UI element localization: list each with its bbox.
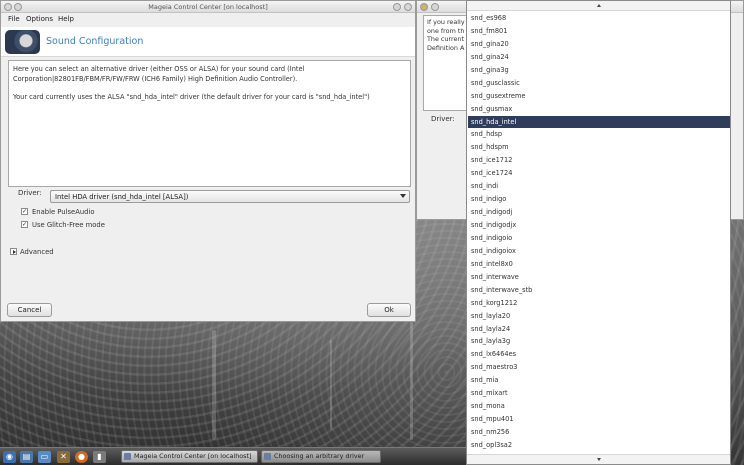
description-paragraph: Your card currently uses the ALSA "snd_h…: [13, 93, 370, 101]
driver-option[interactable]: snd_gina20: [468, 38, 730, 51]
window-menu-icon[interactable]: [420, 3, 428, 11]
driver-option[interactable]: snd_lx6464es: [468, 348, 730, 361]
checkmark-icon[interactable]: ✓: [21, 221, 28, 228]
description-paragraph: Here you can select an alternative drive…: [13, 65, 305, 83]
driver-option[interactable]: snd_indigoio: [468, 232, 730, 245]
driver-option[interactable]: snd_mixart: [468, 387, 730, 400]
menu-help[interactable]: Help: [58, 15, 74, 23]
desktop-icon[interactable]: ▭: [38, 451, 51, 463]
driver-option[interactable]: snd_indigoiox: [468, 245, 730, 258]
tools-icon[interactable]: ✕: [57, 451, 70, 463]
driver-option[interactable]: snd_indi: [468, 180, 730, 193]
water-streak: [212, 330, 216, 440]
terminal-icon[interactable]: ▮: [93, 451, 106, 463]
sound-card-icon: [5, 30, 40, 54]
page-title: Sound Configuration: [46, 36, 144, 47]
driver-option[interactable]: snd_gusmax: [468, 103, 730, 116]
driver-option[interactable]: snd_maestro3: [468, 361, 730, 374]
description-text: Here you can select an alternative drive…: [8, 60, 411, 187]
chevron-down-icon: [400, 194, 406, 198]
driver-option[interactable]: snd_hda_intel: [468, 115, 730, 129]
expander-box[interactable]: [10, 248, 17, 255]
expander-label: Advanced: [20, 248, 54, 256]
driver-option[interactable]: snd_gina3g: [468, 64, 730, 77]
driver-option[interactable]: snd_nm256: [468, 426, 730, 439]
scroll-up-button[interactable]: [467, 1, 730, 11]
expand-arrow-icon: [13, 250, 16, 254]
driver-select-value: Intel HDA driver (snd_hda_intel [ALSA]): [55, 193, 189, 201]
driver-option[interactable]: snd_mpu401: [468, 413, 730, 426]
text-line: The current: [427, 35, 464, 43]
driver-option[interactable]: snd_layla24: [468, 323, 730, 336]
menu-file[interactable]: File: [8, 15, 20, 23]
driver-option[interactable]: snd_gusclassic: [468, 77, 730, 90]
menu-options[interactable]: Options: [26, 15, 53, 23]
driver-label: Driver:: [18, 189, 42, 197]
sticky-icon[interactable]: [431, 3, 439, 11]
driver-option[interactable]: snd_layla20: [468, 310, 730, 323]
arrow-down-icon: [597, 458, 601, 461]
close-icon[interactable]: [404, 3, 412, 11]
driver-option[interactable]: snd_mia: [468, 374, 730, 387]
checkbox-label: Enable PulseAudio: [32, 208, 95, 216]
checkmark-icon[interactable]: ✓: [21, 208, 28, 215]
arrow-up-icon: [597, 4, 601, 7]
driver-option[interactable]: snd_mona: [468, 400, 730, 413]
window-titlebar[interactable]: Mageia Control Center [on localhost]: [1, 1, 415, 13]
task-choosing-driver[interactable]: Choosing an arbitrary driver: [261, 450, 381, 463]
menubar: File Options Help: [1, 13, 415, 26]
driver-select[interactable]: Intel HDA driver (snd_hda_intel [ALSA]): [50, 190, 410, 203]
driver-option[interactable]: snd_indigodjx: [468, 219, 730, 232]
driver-option[interactable]: snd_indigodj: [468, 206, 730, 219]
driver-option[interactable]: snd_hdspm: [468, 141, 730, 154]
text-line: one from th: [427, 26, 465, 35]
driver-option[interactable]: snd_ice1712: [468, 154, 730, 167]
task-label: Mageia Control Center [on localhost]: [134, 452, 252, 460]
driver-list: snd_es968 snd_fm801 snd_gina20 snd_gina24 sn…: [468, 12, 730, 454]
driver-option[interactable]: snd_intel8x0: [468, 258, 730, 271]
driver-label: Driver:: [431, 115, 455, 123]
page-header: Sound Configuration: [1, 27, 415, 57]
driver-option[interactable]: snd_gina24: [468, 51, 730, 64]
driver-option[interactable]: snd_fm801: [468, 25, 730, 38]
driver-option[interactable]: snd_opl3sa2: [468, 439, 730, 452]
driver-option[interactable]: snd_gusextreme: [468, 90, 730, 103]
cancel-button[interactable]: Cancel: [7, 303, 52, 317]
task-mageia-control-center[interactable]: Mageia Control Center [on localhost]: [121, 450, 258, 463]
minimize-icon[interactable]: [393, 3, 401, 11]
driver-option[interactable]: snd_indigo: [468, 193, 730, 206]
scroll-down-button[interactable]: [467, 454, 730, 464]
task-label: Choosing an arbitrary driver: [274, 452, 365, 460]
checkbox-label: Use Glitch-Free mode: [32, 221, 105, 229]
sound-configuration-window: Mageia Control Center [on localhost] Fil…: [0, 0, 416, 322]
driver-choice-text: If you really one from th The current De…: [423, 15, 467, 111]
start-menu-icon[interactable]: ◉: [3, 451, 16, 463]
taskbar: ◉ ▤ ▭ ✕ ● ▮ Mageia Control Center [on lo…: [0, 447, 466, 465]
driver-option[interactable]: snd_layla3g: [468, 335, 730, 348]
window-icon: [124, 453, 131, 460]
driver-option[interactable]: snd_hdsp: [468, 128, 730, 141]
driver-option[interactable]: snd_interwave_stb: [468, 284, 730, 297]
firefox-icon[interactable]: ●: [75, 451, 88, 463]
driver-option[interactable]: snd_es968: [468, 12, 730, 25]
window-title: Mageia Control Center [on localhost]: [148, 3, 268, 11]
water-streak: [330, 340, 332, 430]
window-icon: [264, 453, 271, 460]
driver-option[interactable]: snd_interwave: [468, 271, 730, 284]
ok-button[interactable]: Ok: [367, 303, 411, 317]
text-line: Definition A: [427, 43, 465, 52]
driver-option[interactable]: snd_korg1212: [468, 297, 730, 310]
driver-dropdown-list: snd_es968 snd_fm801 snd_gina20 snd_gina24 sn…: [466, 0, 731, 465]
text-line: If you really: [427, 18, 465, 26]
driver-option[interactable]: snd_ice1724: [468, 167, 730, 180]
file-manager-icon[interactable]: ▤: [20, 451, 33, 463]
